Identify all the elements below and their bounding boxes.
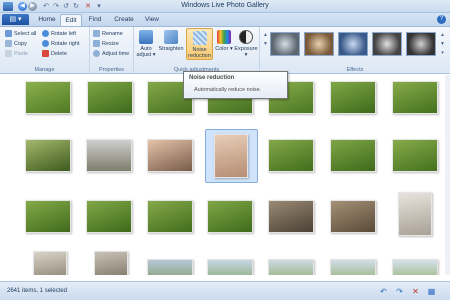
photo-thumbnail[interactable] bbox=[392, 81, 438, 114]
delete-status-icon[interactable]: ✕ bbox=[411, 287, 420, 296]
resize-button[interactable]: Resize bbox=[93, 40, 119, 49]
group-quick-adjustments: Auto adjust ▾ Straighten Noise reduction… bbox=[134, 27, 260, 74]
clock-icon bbox=[93, 50, 100, 58]
tab-view[interactable]: View bbox=[141, 14, 163, 26]
auto-adjust-button[interactable]: Auto adjust ▾ bbox=[136, 30, 156, 58]
status-bar: 2641 items, 1 selected ↶ ↷ ✕ ▦ bbox=[0, 281, 450, 300]
photo-thumbnail-grid bbox=[0, 75, 450, 275]
color-button[interactable]: Color ▾ bbox=[215, 30, 233, 52]
effects-more-icon[interactable]: ▲ ▼ ▾ bbox=[439, 31, 446, 59]
rotate-left-button[interactable]: Rotate left bbox=[42, 30, 76, 39]
effect-thumbnail[interactable] bbox=[304, 32, 334, 56]
effect-thumbnail[interactable] bbox=[270, 32, 300, 56]
resize-icon bbox=[93, 40, 100, 48]
select-all-icon bbox=[5, 30, 12, 38]
photo-thumbnail[interactable] bbox=[268, 259, 314, 275]
straighten-icon bbox=[164, 30, 178, 44]
noise-reduction-tooltip: Noise reduction Automatically reduce noi… bbox=[183, 71, 288, 99]
tab-find[interactable]: Find bbox=[84, 14, 106, 26]
group-manage-label: Manage bbox=[34, 67, 55, 73]
tooltip-body: Automatically reduce noise. bbox=[194, 87, 262, 93]
ribbon: Select all Copy Paste Rotate left Rotate… bbox=[0, 26, 450, 74]
photo-thumbnail[interactable] bbox=[207, 200, 253, 233]
photo-thumbnail[interactable] bbox=[25, 81, 71, 114]
rename-icon bbox=[93, 30, 100, 38]
photo-thumbnail[interactable] bbox=[268, 139, 314, 172]
rotate-right-status-icon[interactable]: ↷ bbox=[395, 287, 404, 296]
group-properties: Rename Resize Adjust time Properties bbox=[90, 27, 134, 74]
noise-reduction-icon bbox=[192, 31, 207, 45]
photo-thumbnail[interactable] bbox=[147, 200, 193, 233]
effect-thumbnail[interactable] bbox=[406, 32, 436, 56]
photo-thumbnail[interactable] bbox=[147, 139, 193, 172]
paste-button[interactable]: Paste bbox=[5, 50, 28, 59]
photo-thumbnail[interactable] bbox=[330, 81, 376, 114]
window-title: Windows Live Photo Gallery bbox=[181, 2, 269, 9]
rotate-left-status-icon[interactable]: ↶ bbox=[379, 287, 388, 296]
adjust-time-button[interactable]: Adjust time bbox=[93, 50, 129, 59]
color-icon bbox=[217, 30, 231, 44]
photo-thumbnail[interactable] bbox=[398, 192, 432, 236]
app-menu-button[interactable]: ▤ ▾ bbox=[2, 14, 29, 25]
copy-icon bbox=[5, 40, 12, 48]
ribbon-tab-row: ▤ ▾ Home Edit Find Create View ? bbox=[0, 13, 450, 26]
photo-thumbnail[interactable] bbox=[392, 139, 438, 172]
photo-thumbnail[interactable] bbox=[87, 81, 133, 114]
rename-button[interactable]: Rename bbox=[93, 30, 123, 39]
photo-thumbnail[interactable] bbox=[330, 200, 376, 233]
rotate-right-icon bbox=[42, 40, 49, 48]
photo-thumbnail[interactable] bbox=[330, 259, 376, 275]
rotate-left-icon bbox=[42, 30, 49, 38]
vertical-scrollbar[interactable] bbox=[445, 75, 450, 275]
photo-thumbnail[interactable] bbox=[94, 251, 128, 275]
photo-thumbnail[interactable] bbox=[147, 259, 193, 275]
effects-scroll-left-icon[interactable]: ▲ ▼ bbox=[262, 31, 269, 59]
photo-thumbnail[interactable] bbox=[86, 139, 132, 172]
group-effects-label: Effects bbox=[346, 67, 364, 73]
exposure-button[interactable]: Exposure ▾ bbox=[234, 30, 258, 58]
photo-thumbnail[interactable] bbox=[25, 139, 71, 172]
photo-thumbnail[interactable] bbox=[86, 200, 132, 233]
help-icon[interactable]: ? bbox=[437, 15, 446, 24]
delete-button[interactable]: Delete bbox=[42, 50, 67, 59]
delete-icon bbox=[42, 50, 49, 58]
noise-reduction-button[interactable]: Noise reduction bbox=[186, 28, 213, 60]
exposure-icon bbox=[239, 30, 253, 44]
tab-home[interactable]: Home bbox=[34, 14, 60, 26]
tab-create[interactable]: Create bbox=[110, 14, 138, 26]
effect-thumbnail[interactable] bbox=[338, 32, 368, 56]
effect-thumbnail[interactable] bbox=[372, 32, 402, 56]
rotate-right-button[interactable]: Rotate right bbox=[42, 40, 79, 49]
select-all-button[interactable]: Select all bbox=[5, 30, 36, 39]
straighten-button[interactable]: Straighten bbox=[158, 30, 184, 52]
photo-thumbnail[interactable] bbox=[330, 139, 376, 172]
tooltip-title: Noise reduction bbox=[189, 75, 235, 81]
status-text: 2641 items, 1 selected bbox=[7, 288, 68, 294]
copy-button[interactable]: Copy bbox=[5, 40, 27, 49]
group-properties-label: Properties bbox=[98, 67, 125, 73]
auto-adjust-icon bbox=[139, 30, 153, 44]
group-effects: ▲ ▼ ▲ ▼ ▾ Effects bbox=[260, 27, 450, 74]
photo-thumbnail[interactable] bbox=[25, 200, 71, 233]
photo-thumbnail[interactable] bbox=[392, 259, 438, 275]
photo-thumbnail[interactable] bbox=[33, 251, 67, 275]
tab-edit[interactable]: Edit bbox=[60, 14, 82, 26]
photo-thumbnail[interactable] bbox=[268, 200, 314, 233]
photo-thumbnail[interactable] bbox=[207, 259, 253, 275]
paste-icon bbox=[5, 50, 12, 58]
photo-thumbnail-selected[interactable] bbox=[214, 134, 248, 178]
title-bar: ◀ ▶ ↶ ↷ ↺ ↻ ✕ ▾ Windows Live Photo Galle… bbox=[0, 0, 450, 13]
group-manage: Select all Copy Paste Rotate left Rotate… bbox=[0, 27, 90, 74]
view-options-icon[interactable]: ▦ bbox=[427, 287, 436, 296]
